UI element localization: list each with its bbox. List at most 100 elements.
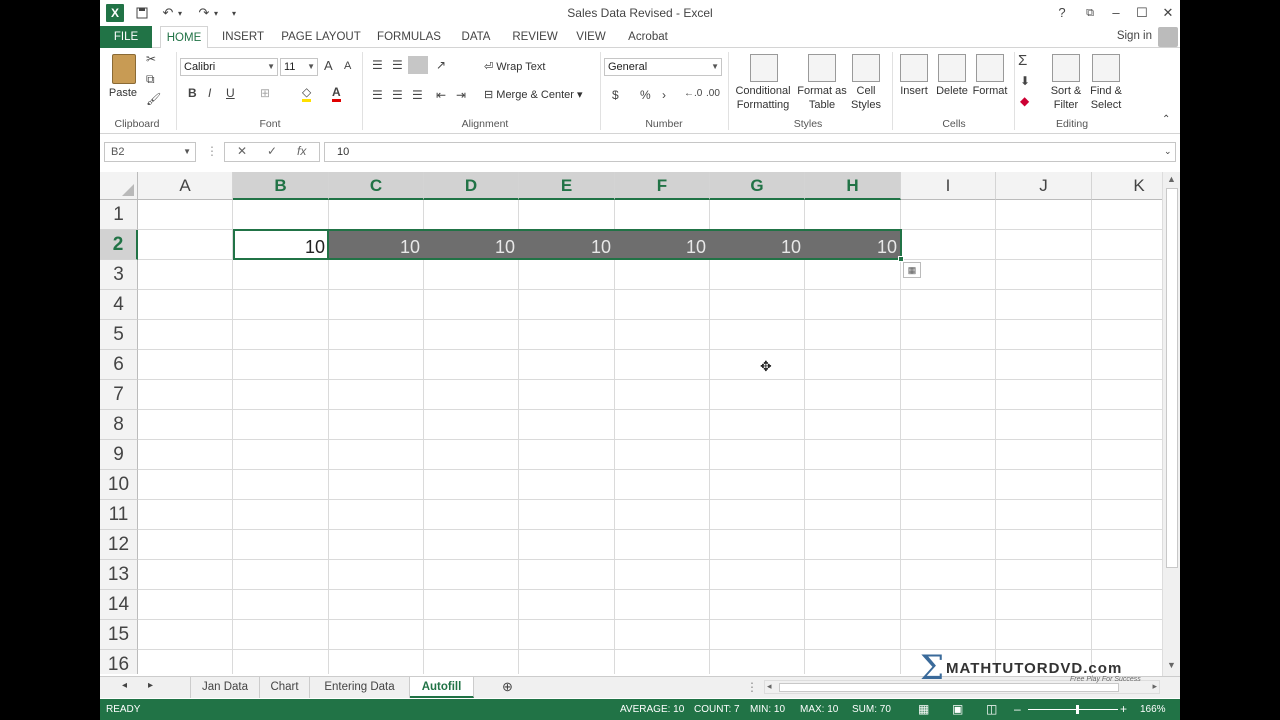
zoom-slider[interactable] xyxy=(1028,705,1118,714)
conditional-formatting-label-1[interactable]: Conditional xyxy=(730,84,796,98)
cancel-icon[interactable]: ✕ xyxy=(237,144,247,158)
shrink-font-icon[interactable]: A xyxy=(344,60,351,72)
sheet-tab-entering-data[interactable]: Entering Data xyxy=(310,677,410,698)
underline-button[interactable]: U xyxy=(226,86,235,100)
tab-insert[interactable]: INSERT xyxy=(218,26,268,48)
row-header-12[interactable]: 12 xyxy=(100,530,138,560)
borders-icon[interactable]: ⊞ xyxy=(260,86,270,100)
tab-home[interactable]: HOME xyxy=(160,26,208,49)
italic-button[interactable]: I xyxy=(208,86,211,100)
font-color-icon[interactable]: A xyxy=(332,85,341,102)
tab-formulas[interactable]: FORMULAS xyxy=(376,26,442,48)
row-header-11[interactable]: 11 xyxy=(100,500,138,530)
comma-button[interactable]: › xyxy=(662,88,666,102)
normal-view-icon[interactable]: ▦ xyxy=(918,702,929,716)
column-header-f[interactable]: F xyxy=(615,172,710,200)
collapse-ribbon-icon[interactable]: ⌃ xyxy=(1162,114,1170,125)
bold-button[interactable]: B xyxy=(188,86,197,100)
format-as-table-icon[interactable] xyxy=(808,54,836,82)
vertical-scrollbar[interactable]: ▲ ▼ xyxy=(1162,172,1180,676)
cell-styles-label-2[interactable]: Styles xyxy=(848,98,884,112)
vertical-scroll-thumb[interactable] xyxy=(1166,188,1178,568)
insert-function-icon[interactable]: fx xyxy=(297,144,306,158)
number-format-select[interactable]: General ▼ xyxy=(604,58,722,76)
cell-d2[interactable]: 10 xyxy=(424,234,517,260)
font-size-select[interactable]: 11 ▼ xyxy=(280,58,318,76)
format-as-table-label-1[interactable]: Format as xyxy=(794,84,850,98)
page-layout-view-icon[interactable]: ▣ xyxy=(952,702,963,716)
close-button[interactable]: ✕ xyxy=(1156,3,1180,23)
find-select-icon[interactable] xyxy=(1092,54,1120,82)
column-header-b[interactable]: B xyxy=(233,172,329,200)
cut-icon[interactable]: ✂ xyxy=(146,52,156,66)
wrap-text-button[interactable]: ⏎ Wrap Text xyxy=(484,60,545,73)
find-select-label-2[interactable]: Select xyxy=(1084,98,1128,112)
align-bottom-icon[interactable] xyxy=(408,56,428,74)
ribbon-display-options-button[interactable]: ⧉ xyxy=(1078,3,1102,23)
row-header-5[interactable]: 5 xyxy=(100,320,138,350)
row-header-8[interactable]: 8 xyxy=(100,410,138,440)
row-header-7[interactable]: 7 xyxy=(100,380,138,410)
row-header-13[interactable]: 13 xyxy=(100,560,138,590)
row-header-14[interactable]: 14 xyxy=(100,590,138,620)
find-select-label-1[interactable]: Find & xyxy=(1084,84,1128,98)
sheet-tab-chart[interactable]: Chart xyxy=(260,677,310,698)
row-header-15[interactable]: 15 xyxy=(100,620,138,650)
format-cells-button[interactable]: Format xyxy=(968,84,1012,98)
column-header-h[interactable]: H xyxy=(805,172,901,200)
paste-button[interactable]: Paste xyxy=(108,52,142,112)
cell-f2[interactable]: 10 xyxy=(615,234,708,260)
fill-color-icon[interactable]: ◇ xyxy=(302,85,312,102)
row-header-6[interactable]: 6 xyxy=(100,350,138,380)
new-sheet-icon[interactable]: ⊕ xyxy=(502,679,513,695)
row-header-2[interactable]: 2 xyxy=(100,230,138,260)
cell-h2[interactable]: 10 xyxy=(805,234,899,260)
cell-e2[interactable]: 10 xyxy=(519,234,613,260)
tab-splitter-icon[interactable]: ⋮ xyxy=(746,680,758,694)
sheet-tab-autofill[interactable]: Autofill xyxy=(410,677,474,698)
currency-button[interactable]: $ xyxy=(612,88,619,102)
row-header-10[interactable]: 10 xyxy=(100,470,138,500)
orientation-icon[interactable]: ↗ xyxy=(436,58,446,72)
grow-font-icon[interactable]: A xyxy=(324,58,333,73)
font-name-select[interactable]: Calibri ▼ xyxy=(180,58,278,76)
format-as-table-label-2[interactable]: Table xyxy=(794,98,850,112)
tab-data[interactable]: DATA xyxy=(456,26,496,48)
tab-review[interactable]: REVIEW xyxy=(510,26,560,48)
row-header-16[interactable]: 16 xyxy=(100,650,138,674)
formula-input[interactable]: 10 xyxy=(324,142,1176,162)
decrease-decimal-icon[interactable]: .00 xyxy=(706,88,720,99)
maximize-button[interactable]: ☐ xyxy=(1130,3,1154,23)
formula-bar-splitter-icon[interactable]: ⋮ xyxy=(206,144,218,158)
expand-formula-bar-icon[interactable]: ⌄ xyxy=(1164,146,1172,157)
increase-decimal-icon[interactable]: ←.0 xyxy=(684,88,702,99)
tab-file[interactable]: FILE xyxy=(100,26,152,48)
autofill-options-button[interactable]: ▦ xyxy=(903,262,921,278)
enter-icon[interactable]: ✓ xyxy=(267,144,277,158)
column-header-a[interactable]: A xyxy=(138,172,233,200)
tab-view[interactable]: VIEW xyxy=(574,26,608,48)
user-avatar-icon[interactable] xyxy=(1158,27,1178,47)
align-left-icon[interactable]: ☰ xyxy=(372,88,383,102)
sort-filter-icon[interactable] xyxy=(1052,54,1080,82)
row-header-9[interactable]: 9 xyxy=(100,440,138,470)
scroll-up-icon[interactable]: ▲ xyxy=(1167,174,1176,184)
copy-icon[interactable]: ⧉ xyxy=(146,72,155,87)
cell-styles-label-1[interactable]: Cell xyxy=(848,84,884,98)
delete-cells-icon[interactable] xyxy=(938,54,966,82)
increase-indent-icon[interactable]: ⇥ xyxy=(456,88,466,102)
scroll-sheets-right-icon[interactable]: ▸ xyxy=(148,680,153,691)
merge-center-button[interactable]: ⊟ Merge & Center ▾ xyxy=(484,88,583,101)
select-all-button[interactable] xyxy=(100,172,138,200)
percent-button[interactable]: % xyxy=(640,88,651,102)
sign-in-link[interactable]: Sign in xyxy=(1117,30,1152,42)
sheet-tab-jan-data[interactable]: Jan Data xyxy=(190,677,260,698)
name-box[interactable]: B2 ▼ xyxy=(104,142,196,162)
align-middle-icon[interactable]: ☰ xyxy=(392,58,403,72)
autosum-icon[interactable]: Σ xyxy=(1018,52,1027,69)
column-header-e[interactable]: E xyxy=(519,172,615,200)
row-header-4[interactable]: 4 xyxy=(100,290,138,320)
column-header-g[interactable]: G xyxy=(710,172,805,200)
zoom-out-icon[interactable]: – xyxy=(1014,702,1021,716)
column-header-d[interactable]: D xyxy=(424,172,519,200)
